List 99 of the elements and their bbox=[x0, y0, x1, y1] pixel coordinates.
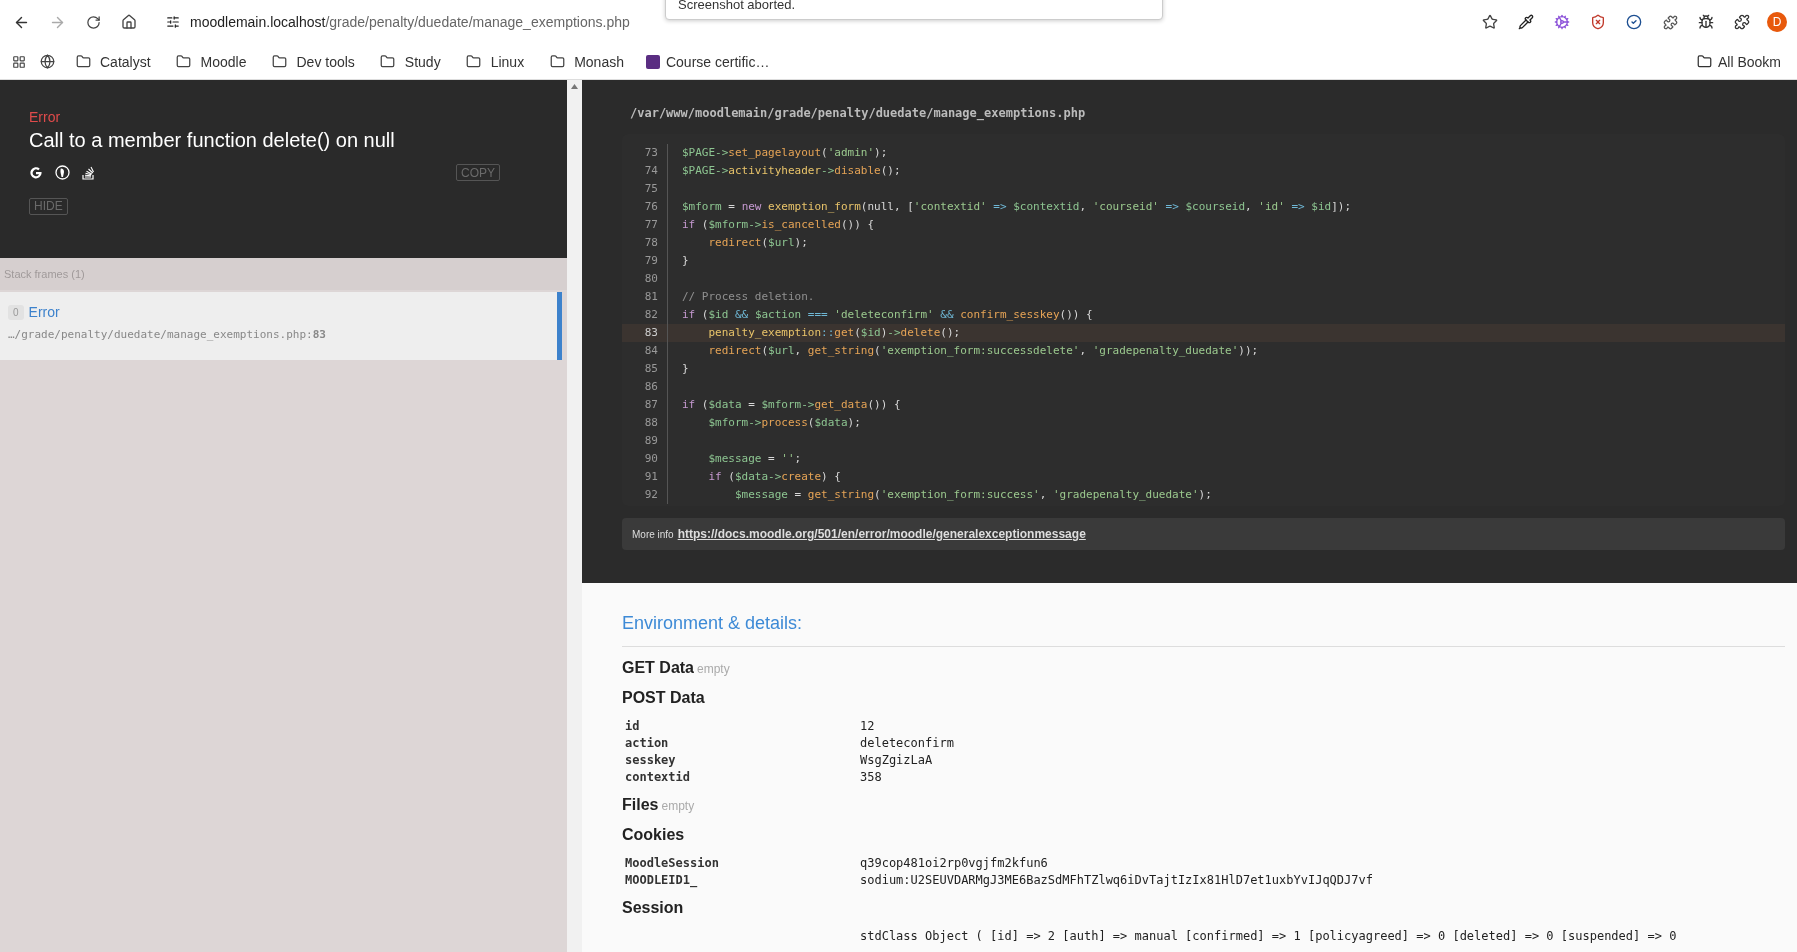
notification-popup: Screenshot aborted. bbox=[665, 0, 1163, 20]
empty-note: empty bbox=[697, 662, 730, 676]
data-value: 358 bbox=[860, 770, 883, 784]
bookmark-item[interactable]: Catalyst bbox=[64, 50, 159, 73]
scrollbar[interactable] bbox=[567, 80, 582, 952]
more-info-label: More info bbox=[632, 528, 674, 540]
line-number: 84 bbox=[622, 342, 668, 360]
line-number: 77 bbox=[622, 216, 668, 234]
check-circle-icon[interactable] bbox=[1626, 14, 1642, 30]
code-line: if ($id && $action === 'deleteconfirm' && confirm_sesskey()) { bbox=[681, 307, 1094, 323]
data-value: deleteconfirm bbox=[860, 736, 955, 750]
data-key: action bbox=[625, 736, 860, 750]
line-number: 91 bbox=[622, 468, 668, 486]
folder-icon bbox=[466, 54, 482, 69]
line-number: 81 bbox=[622, 288, 668, 306]
bookmark-star-icon[interactable] bbox=[1482, 14, 1498, 30]
shield-icon[interactable] bbox=[1590, 14, 1606, 30]
bug-icon[interactable] bbox=[1698, 14, 1714, 30]
line-number: 80 bbox=[622, 270, 668, 288]
data-value: q39cop481oi2rp0vgjfm2kfun6 bbox=[860, 856, 1049, 870]
code-line: $PAGE->activityheader->disable(); bbox=[681, 163, 902, 179]
code-line: } bbox=[681, 253, 690, 269]
frame-index: 0 bbox=[8, 304, 24, 320]
section-title: Cookies bbox=[622, 826, 685, 844]
line-number: 89 bbox=[622, 432, 668, 450]
line-number: 76 bbox=[622, 198, 668, 216]
data-value: sodium:U2SEUVDARMgJ3ME6BazSdMFhTZlwq6iDvTajtIzIx81HlD7et1uxbYvIJqQDJ7vf bbox=[860, 873, 1374, 887]
home-icon[interactable] bbox=[121, 14, 137, 30]
line-number: 92 bbox=[622, 486, 668, 504]
all-bookmarks[interactable]: All Bookm bbox=[1688, 53, 1789, 70]
reload-icon[interactable] bbox=[85, 14, 101, 30]
site-icon bbox=[645, 54, 660, 69]
data-key: sesskey bbox=[625, 753, 860, 767]
pipette-icon[interactable] bbox=[1518, 14, 1534, 30]
site-info-icon[interactable] bbox=[166, 15, 180, 29]
code-line: } bbox=[681, 361, 690, 377]
line-number: 73 bbox=[622, 144, 668, 162]
section-title: Session bbox=[622, 899, 684, 917]
data-value: WsgZgizLaA bbox=[860, 753, 934, 767]
error-message: Call to a member function delete() on null bbox=[29, 129, 396, 152]
file-path: /var/www/moodlemain/grade/penalty/duedate/manage_exemptions.php bbox=[630, 106, 1087, 120]
code-line: // Process deletion. bbox=[681, 289, 816, 305]
line-number: 83 bbox=[622, 324, 668, 342]
error-type: Error bbox=[29, 109, 62, 125]
folder-icon bbox=[272, 54, 287, 69]
globe-icon[interactable] bbox=[39, 54, 55, 69]
stack-icon[interactable] bbox=[82, 165, 95, 180]
line-number: 90 bbox=[622, 450, 668, 468]
line-number: 87 bbox=[622, 396, 668, 414]
line-number: 79 bbox=[622, 252, 668, 270]
bookmark-item[interactable]: Dev tools bbox=[260, 50, 363, 73]
line-number: 86 bbox=[622, 378, 668, 396]
data-value: 12 bbox=[860, 719, 876, 733]
bookmark-item[interactable]: Study bbox=[368, 50, 449, 73]
folder-icon bbox=[1696, 54, 1712, 69]
code-line: $PAGE->set_pagelayout('admin'); bbox=[681, 145, 889, 161]
apps-icon[interactable] bbox=[12, 54, 26, 69]
puzzle-icon[interactable] bbox=[1662, 14, 1678, 30]
bookmark-item[interactable]: Moodle bbox=[164, 50, 255, 73]
extensions-icon[interactable] bbox=[1734, 14, 1750, 30]
data-key: contextid bbox=[625, 770, 860, 784]
data-key: id bbox=[625, 719, 860, 733]
line-number: 85 bbox=[622, 360, 668, 378]
data-key: MOODLEID1_ bbox=[625, 873, 860, 887]
code-line: $message = ''; bbox=[707, 451, 803, 467]
code-line: if ($mform->is_cancelled()) { bbox=[681, 217, 876, 233]
folder-icon bbox=[75, 54, 91, 69]
bookmark-item[interactable]: Monash bbox=[538, 50, 632, 73]
profile-avatar[interactable]: D bbox=[1767, 12, 1787, 32]
code-line: redirect($url); bbox=[707, 235, 809, 251]
code-line: $mform->process($data); bbox=[707, 415, 862, 431]
line-number: 75 bbox=[622, 180, 668, 198]
code-line: redirect($url, get_string('exemption_form:successdelete', 'gradepenalty_duedate')); bbox=[707, 343, 1260, 359]
code-line: if ($data = $mform->get_data()) { bbox=[681, 397, 902, 413]
data-key: MoodleSession bbox=[625, 856, 860, 870]
code-line: $mform = new exemption_form(null, ['contextid' => $contextid, 'courseid' => $courseid, 'id' => $id]); bbox=[681, 199, 1352, 215]
folder-icon bbox=[176, 54, 192, 69]
line-number: 88 bbox=[622, 414, 668, 432]
frame-name: Error bbox=[28, 304, 60, 320]
bookmark-item[interactable]: Linux bbox=[454, 50, 533, 73]
code-line: $message = get_string('exemption_form:success', 'gradepenalty_duedate'); bbox=[733, 487, 1213, 503]
bookmark-item[interactable]: Course certific… bbox=[637, 53, 778, 70]
line-number: 74 bbox=[622, 162, 668, 180]
details-heading: Environment & details: bbox=[622, 613, 1785, 647]
empty-note: empty bbox=[661, 799, 695, 813]
docs-link[interactable]: https://docs.moodle.org/501/en/error/moodle/generalexceptionmessage bbox=[677, 527, 1086, 541]
data-value: stdClass Object ( [id] => 2 [auth] => manual [confirmed] => 1 [policyagreed] => 0 [deleted] => 0 [suspended] => 0 bbox=[860, 929, 1678, 943]
section-title: POST Data bbox=[622, 689, 705, 707]
frame-path: …/grade/penalty/duedate/manage_exemptions.php:83 bbox=[8, 328, 327, 341]
address-field[interactable]: moodlemain.localhost/grade/penalty/duedate/manage_exemptions.php bbox=[190, 14, 630, 30]
code-line: if ($data->create) { bbox=[707, 469, 842, 485]
section-title: Files bbox=[622, 796, 659, 814]
google-icon[interactable] bbox=[29, 165, 43, 180]
section-title: GET Data bbox=[622, 659, 694, 677]
folder-icon bbox=[549, 54, 565, 69]
folder-icon bbox=[380, 54, 396, 69]
scroll-up-icon[interactable] bbox=[571, 84, 578, 89]
line-number: 78 bbox=[622, 234, 668, 252]
cog-icon[interactable] bbox=[1554, 14, 1570, 30]
